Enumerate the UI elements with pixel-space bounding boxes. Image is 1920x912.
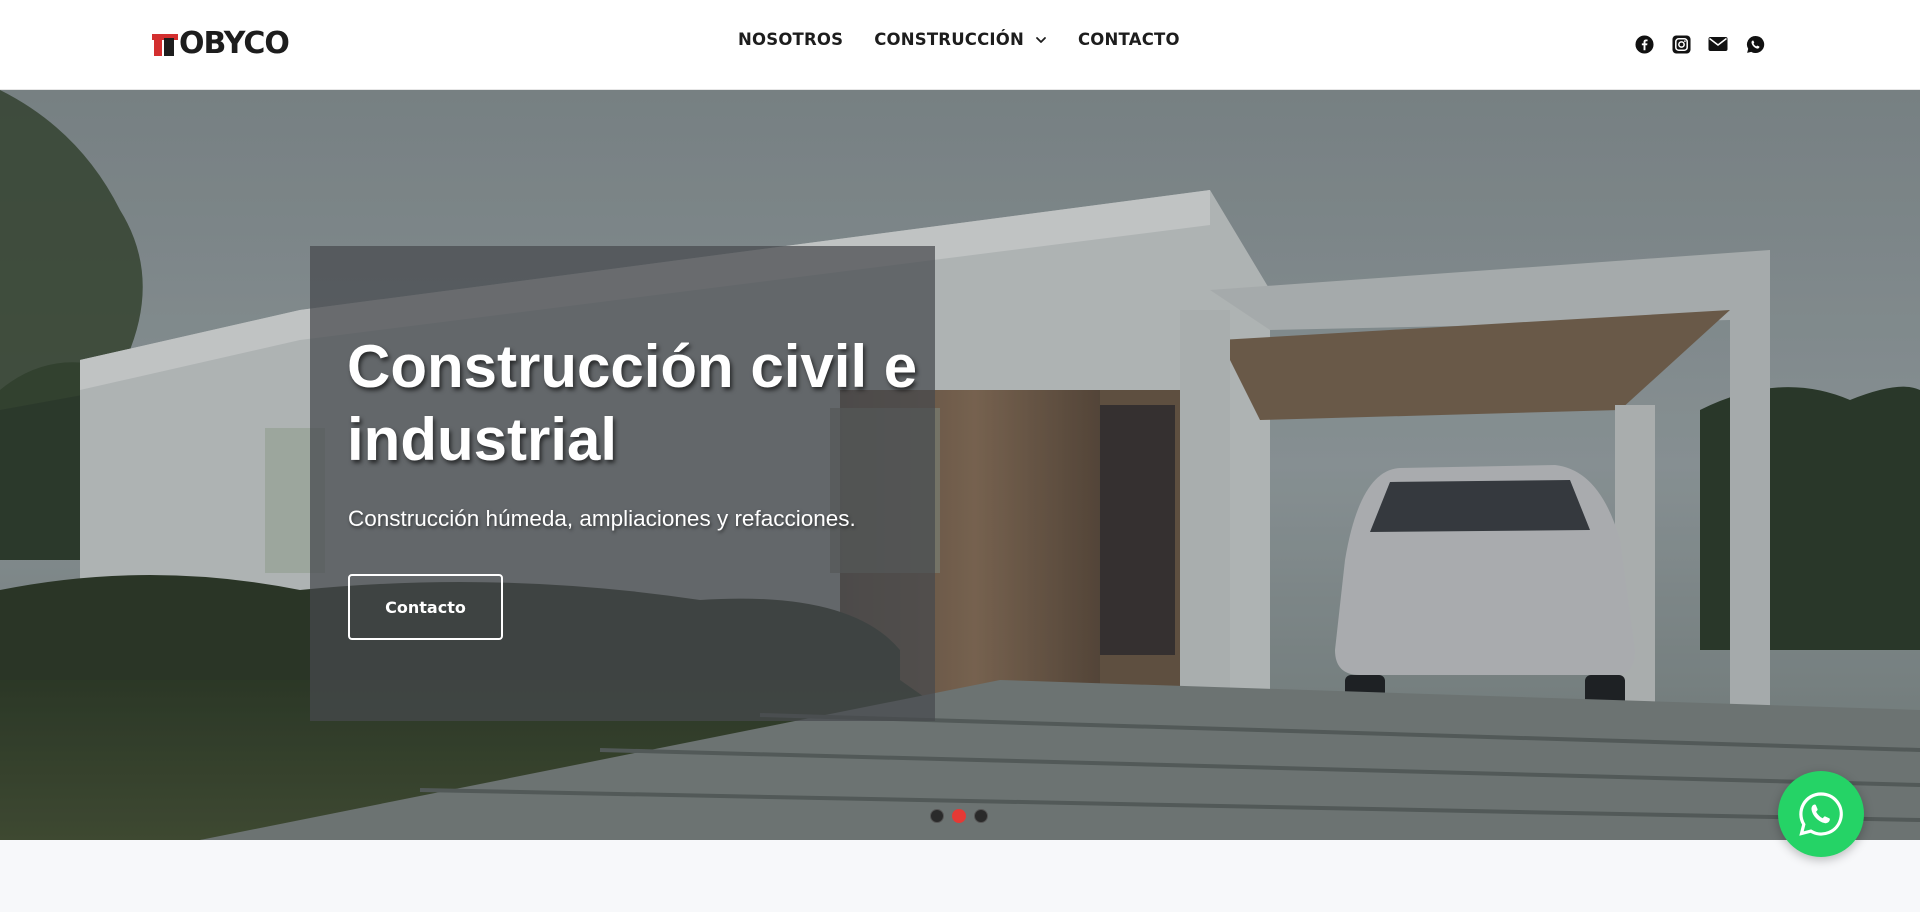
- whatsapp-floating-button[interactable]: [1778, 771, 1864, 857]
- site-logo[interactable]: OBYCO: [152, 25, 290, 61]
- mail-icon[interactable]: [1708, 34, 1728, 54]
- hero-subtitle: Construcción húmeda, ampliaciones y refa…: [348, 506, 856, 531]
- site-header: OBYCO NOSOTROS CONSTRUCCIÓN CONTACTO: [0, 0, 1920, 90]
- social-links: [1634, 34, 1765, 54]
- nav-item-label: CONSTRUCCIÓN: [874, 30, 1024, 49]
- whatsapp-icon[interactable]: [1745, 34, 1765, 54]
- main-nav: NOSOTROS CONSTRUCCIÓN CONTACTO: [738, 30, 1180, 49]
- nav-item-contacto[interactable]: CONTACTO: [1078, 30, 1180, 49]
- nav-item-nosotros[interactable]: NOSOTROS: [738, 30, 843, 49]
- nav-item-label: NOSOTROS: [738, 30, 844, 49]
- slider-pagination: [930, 809, 988, 823]
- slider-dot-3[interactable]: [974, 809, 988, 823]
- nav-item-construccion[interactable]: CONSTRUCCIÓN: [874, 30, 1047, 49]
- facebook-icon[interactable]: [1634, 34, 1654, 54]
- nav-item-label: CONTACTO: [1078, 30, 1180, 49]
- slider-dot-1[interactable]: [930, 809, 944, 823]
- instagram-icon[interactable]: [1671, 34, 1691, 54]
- chevron-down-icon: [1036, 36, 1046, 43]
- hero-slider: Construcción civil e industrial Construc…: [0, 90, 1920, 840]
- hero-caption-panel: [310, 246, 935, 721]
- hero-background-image: [0, 90, 1920, 840]
- hero-contact-button[interactable]: Contacto: [348, 574, 503, 640]
- next-section: [0, 840, 1920, 912]
- slider-dot-2[interactable]: [952, 809, 966, 823]
- whatsapp-icon: [1799, 792, 1843, 836]
- hero-title: Construcción civil e industrial: [347, 333, 918, 473]
- logo-text: OBYCO: [179, 25, 290, 61]
- logo-mark-icon: [152, 30, 178, 56]
